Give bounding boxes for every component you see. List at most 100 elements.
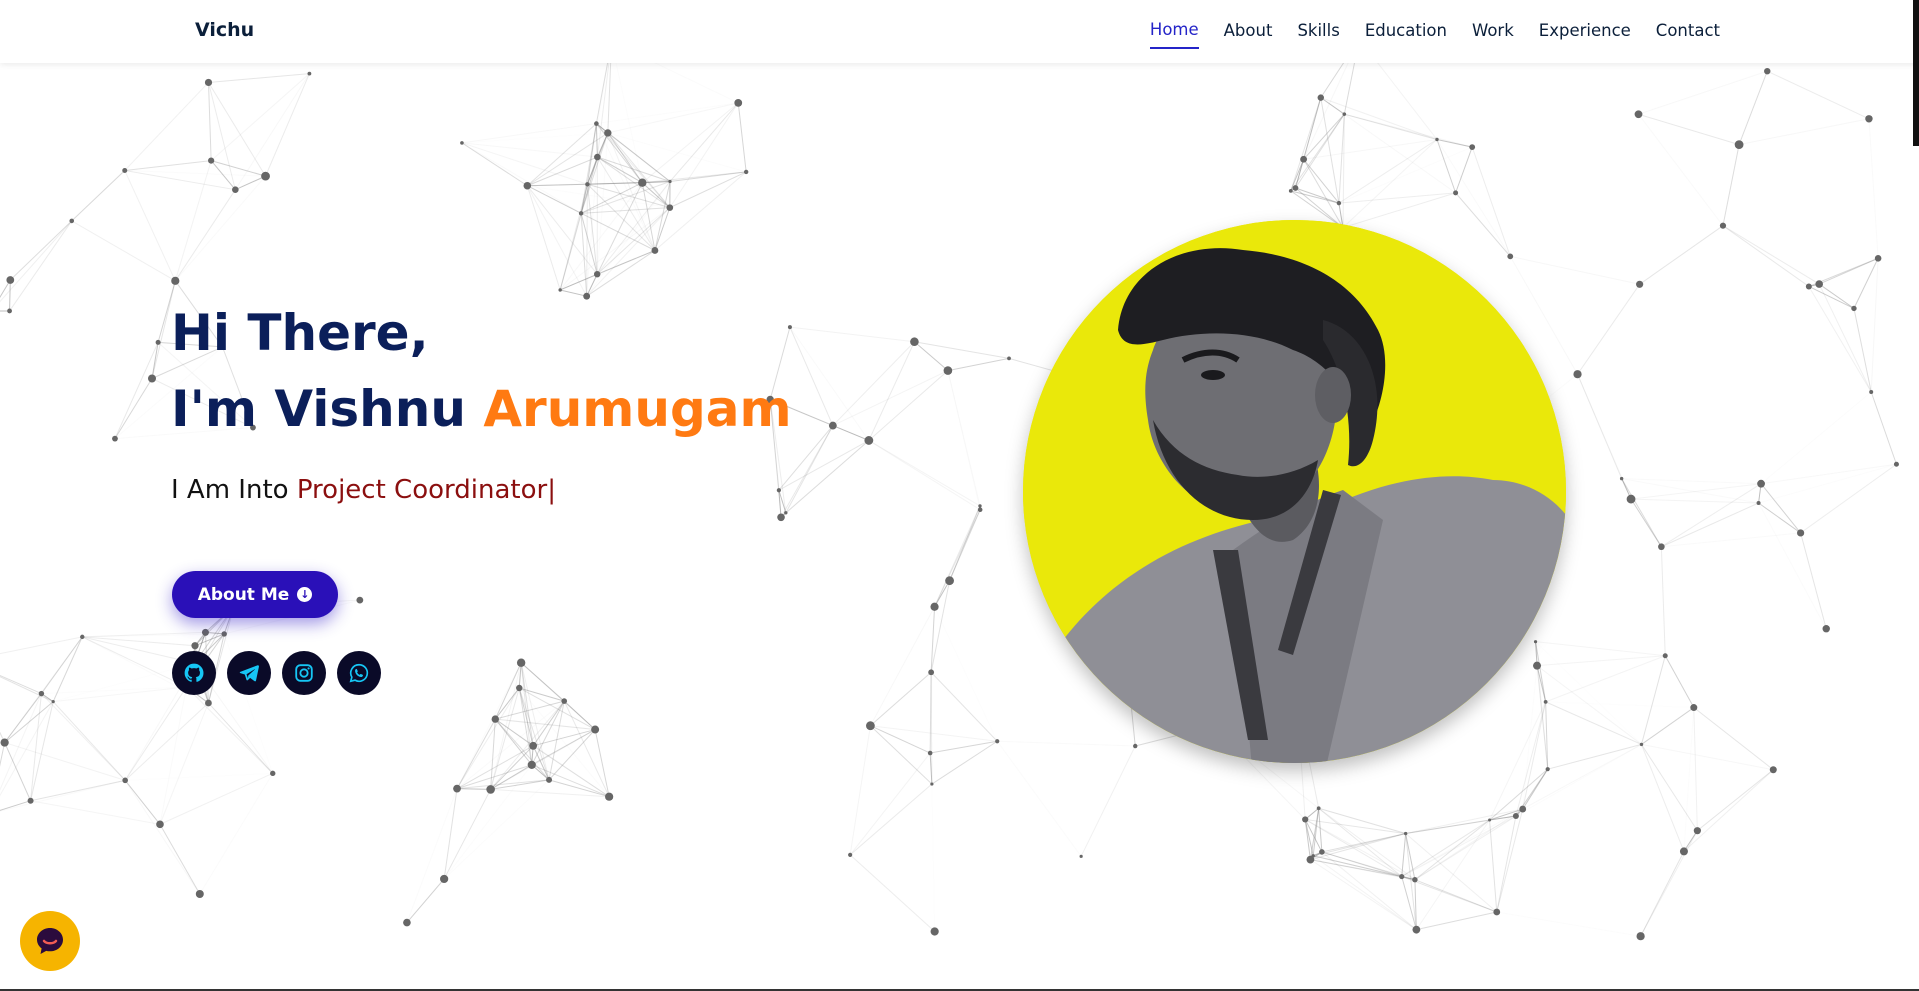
particle-dot bbox=[529, 741, 538, 750]
particle-dot bbox=[594, 121, 599, 126]
particle-dot bbox=[1512, 813, 1519, 820]
particle-link bbox=[9, 220, 73, 312]
particle-link bbox=[1338, 139, 1438, 204]
particle-link bbox=[456, 687, 520, 789]
scrollbar-thumb[interactable] bbox=[1913, 0, 1919, 146]
particle-dot bbox=[155, 339, 161, 345]
particle-dot bbox=[1469, 144, 1476, 150]
particle-link bbox=[931, 740, 998, 785]
particle-link bbox=[0, 742, 6, 767]
particle-link bbox=[1641, 744, 1685, 852]
particle-link bbox=[789, 326, 870, 441]
particle-link bbox=[737, 102, 747, 172]
particle-link bbox=[457, 663, 521, 789]
particle-link bbox=[1818, 257, 1879, 285]
particle-link bbox=[1344, 113, 1473, 148]
particle-dot bbox=[930, 602, 939, 611]
particle-dot bbox=[38, 690, 45, 697]
particle-link bbox=[1339, 147, 1472, 203]
nav-skills[interactable]: Skills bbox=[1297, 15, 1339, 48]
particle-dot bbox=[777, 513, 785, 522]
brand-logo[interactable]: Vichu bbox=[195, 19, 254, 41]
nav-work[interactable]: Work bbox=[1472, 15, 1514, 48]
particle-link bbox=[520, 662, 550, 780]
particle-link bbox=[124, 169, 236, 191]
particle-link bbox=[1639, 225, 1724, 285]
particle-link bbox=[1638, 113, 1740, 146]
whatsapp-icon bbox=[349, 663, 369, 683]
particle-dot bbox=[1007, 356, 1011, 361]
particle-link bbox=[1436, 139, 1511, 257]
particle-link bbox=[1641, 707, 1695, 745]
particle-dot bbox=[594, 270, 601, 278]
particle-dot bbox=[978, 504, 982, 508]
instagram-link[interactable] bbox=[282, 651, 326, 695]
particle-link bbox=[114, 342, 159, 439]
nav-contact[interactable]: Contact bbox=[1656, 15, 1720, 48]
particle-link bbox=[1497, 912, 1641, 936]
particle-dot bbox=[112, 435, 118, 442]
particle-link bbox=[4, 742, 32, 801]
particle-link bbox=[210, 73, 310, 161]
particle-link bbox=[789, 326, 915, 343]
particle-link bbox=[0, 220, 73, 303]
whatsapp-link[interactable] bbox=[337, 651, 381, 695]
particle-dot bbox=[1288, 188, 1293, 193]
particle-link bbox=[1535, 641, 1666, 657]
particle-dot bbox=[1805, 283, 1812, 290]
about-me-button[interactable]: About Me ↓ bbox=[172, 571, 338, 618]
particle-dot bbox=[1079, 854, 1083, 858]
particle-dot bbox=[1639, 742, 1644, 747]
particle-link bbox=[1661, 532, 1801, 548]
particle-dot bbox=[1543, 699, 1548, 704]
particle-link bbox=[1546, 702, 1694, 708]
particle-link bbox=[870, 725, 998, 742]
particle-dot bbox=[6, 276, 15, 284]
particle-link bbox=[1522, 743, 1642, 810]
particle-link bbox=[186, 686, 274, 774]
particle-link bbox=[1471, 146, 1511, 257]
particle-link bbox=[1290, 190, 1340, 204]
nav-education[interactable]: Education bbox=[1365, 15, 1447, 48]
particle-link bbox=[1800, 532, 1827, 629]
telegram-icon bbox=[239, 665, 259, 682]
particle-link bbox=[1853, 258, 1879, 309]
particle-dot bbox=[261, 171, 270, 181]
particle-dot bbox=[527, 760, 536, 769]
particle-link bbox=[1303, 138, 1438, 160]
chat-widget-button[interactable] bbox=[20, 911, 80, 971]
intro-text: I'm Vishnu bbox=[171, 380, 466, 438]
particle-link bbox=[930, 671, 998, 742]
particle-dot bbox=[122, 777, 128, 784]
particle-dot bbox=[486, 785, 495, 794]
particle-dot bbox=[122, 167, 128, 173]
particle-link bbox=[124, 170, 176, 282]
nav-experience[interactable]: Experience bbox=[1539, 15, 1631, 48]
particle-link bbox=[1320, 97, 1345, 115]
particle-dot bbox=[864, 436, 874, 445]
particle-link bbox=[444, 780, 549, 879]
particle-dot bbox=[638, 178, 647, 187]
particle-dot bbox=[1336, 200, 1342, 206]
particle-dot bbox=[928, 669, 935, 676]
github-link[interactable] bbox=[172, 651, 216, 695]
particle-dot bbox=[523, 181, 532, 190]
particle-dot bbox=[156, 820, 164, 829]
particle-dot bbox=[995, 739, 1000, 744]
nav-about[interactable]: About bbox=[1224, 15, 1273, 48]
particle-link bbox=[0, 731, 6, 743]
particle-link bbox=[1621, 478, 1662, 547]
nav-home[interactable]: Home bbox=[1149, 14, 1199, 49]
particle-link bbox=[1455, 192, 1511, 257]
particle-link bbox=[868, 341, 915, 441]
particle-dot bbox=[1573, 370, 1582, 379]
particle-link bbox=[72, 221, 158, 342]
particle-link bbox=[407, 789, 457, 923]
particle-dot bbox=[930, 927, 939, 936]
arrow-down-circle-icon: ↓ bbox=[297, 587, 313, 602]
particle-dot bbox=[1133, 743, 1138, 749]
portrait-image bbox=[1023, 220, 1566, 763]
particle-link bbox=[53, 686, 187, 703]
particle-link bbox=[1722, 225, 1810, 287]
telegram-link[interactable] bbox=[227, 651, 271, 695]
